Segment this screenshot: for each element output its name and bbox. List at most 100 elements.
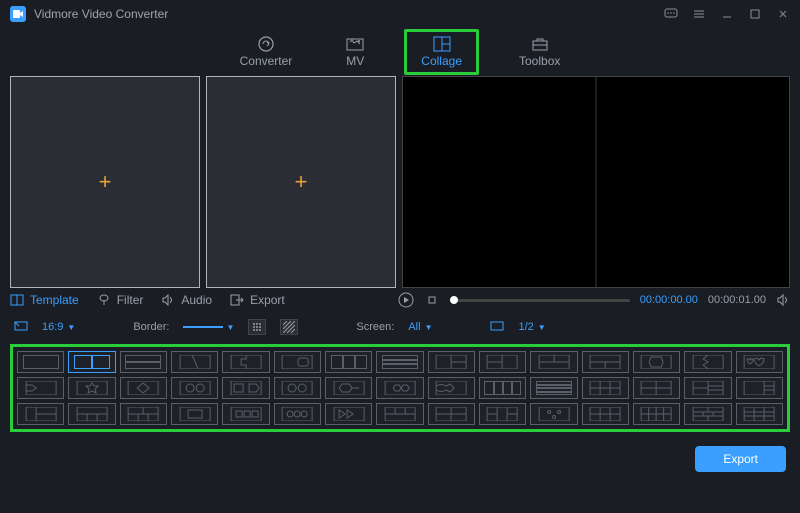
template-item[interactable] (376, 377, 423, 399)
template-item[interactable] (222, 403, 269, 425)
export-button[interactable]: Export (695, 446, 786, 472)
aspect-ratio-icon[interactable] (14, 320, 28, 335)
edit-tab-audio-label: Audio (181, 293, 212, 307)
template-item[interactable] (736, 351, 783, 373)
tab-mv-label: MV (346, 54, 364, 68)
template-item[interactable] (325, 377, 372, 399)
screen-label: Screen: (356, 321, 394, 333)
template-item[interactable] (17, 351, 64, 373)
tab-mv[interactable]: MV (332, 32, 378, 72)
template-item[interactable] (633, 403, 680, 425)
template-item[interactable] (120, 403, 167, 425)
page-dropdown[interactable]: 1/2▼ (518, 321, 545, 333)
template-item[interactable] (274, 403, 321, 425)
collage-icon (433, 36, 451, 52)
template-item[interactable] (633, 377, 680, 399)
template-item[interactable] (736, 403, 783, 425)
feedback-icon[interactable] (664, 7, 678, 21)
seek-slider[interactable] (450, 299, 630, 302)
border-grid-button[interactable] (248, 319, 266, 335)
chevron-down-icon: ▼ (425, 323, 433, 332)
border-label: Border: (133, 321, 169, 333)
template-item[interactable] (68, 403, 115, 425)
template-item[interactable] (684, 351, 731, 373)
template-item[interactable] (582, 377, 629, 399)
screen-dropdown[interactable]: All▼ (408, 321, 432, 333)
template-item[interactable] (479, 351, 526, 373)
template-item[interactable] (222, 351, 269, 373)
template-item[interactable] (428, 351, 475, 373)
tab-converter-label: Converter (240, 54, 293, 68)
edit-tab-filter-label: Filter (117, 293, 144, 307)
collage-slot-2[interactable]: + (206, 76, 396, 288)
time-total: 00:00:01.00 (708, 294, 766, 306)
template-item[interactable] (17, 403, 64, 425)
template-item[interactable] (530, 403, 577, 425)
template-item[interactable] (428, 403, 475, 425)
template-icon (10, 294, 24, 306)
toolbox-icon (531, 36, 549, 52)
minimize-button[interactable] (720, 7, 734, 21)
template-grid (10, 344, 790, 432)
tab-toolbox[interactable]: Toolbox (505, 32, 574, 72)
template-item[interactable] (633, 351, 680, 373)
template-item[interactable] (120, 377, 167, 399)
footer: Export (0, 434, 800, 484)
tab-collage[interactable]: Collage (404, 29, 479, 75)
template-item[interactable] (684, 403, 731, 425)
work-area: + + (0, 76, 800, 288)
aspect-ratio-dropdown[interactable]: 16:9▼ (42, 321, 75, 333)
border-style-dropdown[interactable]: ▼ (183, 321, 234, 333)
tab-toolbox-label: Toolbox (519, 54, 560, 68)
play-button[interactable] (398, 292, 414, 308)
edit-tab-export[interactable]: Export (230, 293, 285, 307)
template-item[interactable] (736, 377, 783, 399)
template-item[interactable] (479, 403, 526, 425)
close-button[interactable] (776, 7, 790, 21)
template-item[interactable] (171, 351, 218, 373)
border-hatch-button[interactable] (280, 319, 298, 335)
add-icon: + (99, 169, 112, 195)
template-item[interactable] (582, 403, 629, 425)
mv-icon (346, 36, 364, 52)
template-item[interactable] (325, 351, 372, 373)
template-item[interactable] (222, 377, 269, 399)
maximize-button[interactable] (748, 7, 762, 21)
seek-thumb[interactable] (450, 296, 458, 304)
template-item[interactable] (171, 377, 218, 399)
add-icon: + (295, 169, 308, 195)
edit-tab-template[interactable]: Template (10, 293, 79, 307)
template-item[interactable] (530, 351, 577, 373)
tab-collage-label: Collage (421, 54, 462, 68)
template-item[interactable] (376, 351, 423, 373)
template-item[interactable] (479, 377, 526, 399)
template-item[interactable] (530, 377, 577, 399)
template-item[interactable] (582, 351, 629, 373)
tab-converter[interactable]: Converter (226, 32, 307, 72)
template-item[interactable] (274, 351, 321, 373)
audio-icon (161, 294, 175, 306)
volume-icon[interactable] (776, 293, 790, 307)
template-item[interactable] (684, 377, 731, 399)
mid-control-row: Template Filter Audio Export 00:00:00.00… (0, 288, 800, 312)
chevron-down-icon: ▼ (538, 323, 546, 332)
template-item[interactable] (274, 377, 321, 399)
menu-icon[interactable] (692, 7, 706, 21)
page-icon (490, 320, 504, 335)
preview-panel (402, 76, 790, 288)
collage-slot-1[interactable]: + (10, 76, 200, 288)
template-item[interactable] (68, 377, 115, 399)
edit-tab-filter[interactable]: Filter (97, 293, 144, 307)
template-item[interactable] (325, 403, 372, 425)
template-item[interactable] (17, 377, 64, 399)
template-item[interactable] (376, 403, 423, 425)
template-item[interactable] (120, 351, 167, 373)
playback-controls: 00:00:00.00 00:00:01.00 (398, 292, 790, 308)
template-item[interactable] (171, 403, 218, 425)
template-item[interactable] (428, 377, 475, 399)
template-item[interactable] (68, 351, 115, 373)
filter-icon (97, 294, 111, 306)
stop-button[interactable] (424, 292, 440, 308)
preview-right (597, 77, 789, 287)
edit-tab-audio[interactable]: Audio (161, 293, 212, 307)
